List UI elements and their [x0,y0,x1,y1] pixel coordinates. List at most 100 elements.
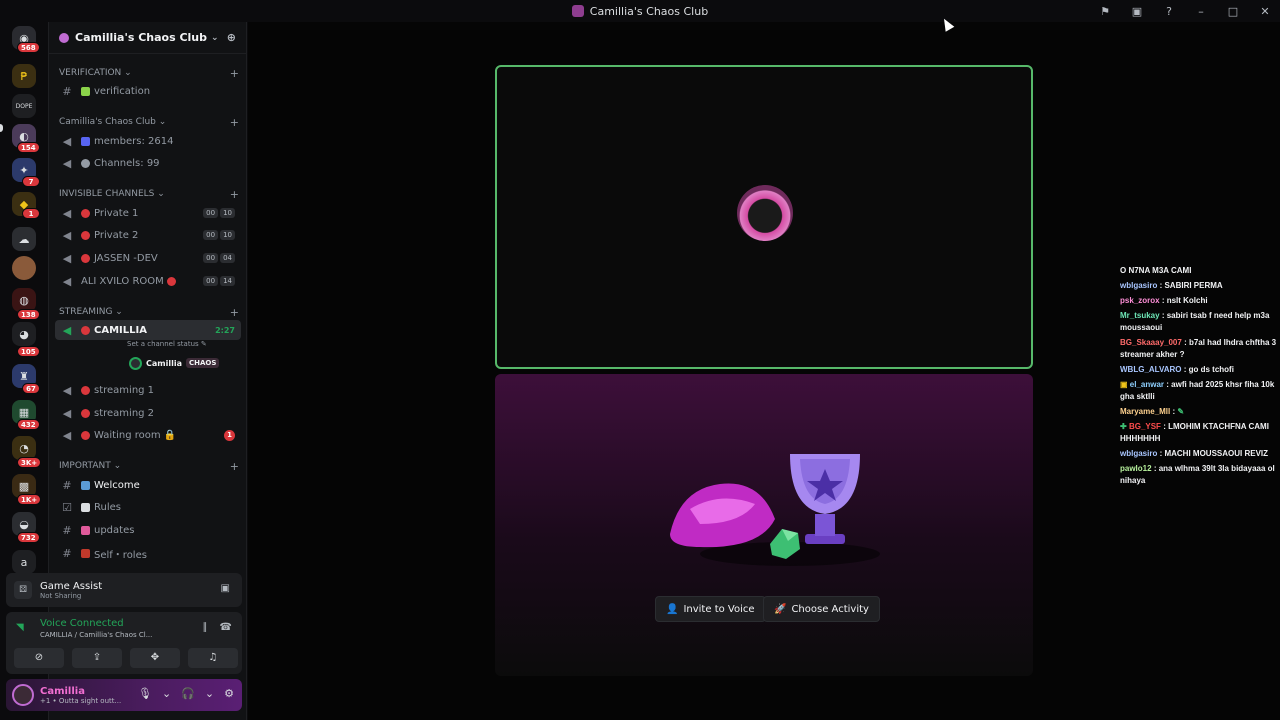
channel-members[interactable]: ◀ members: 2614 [55,131,241,151]
speaker-locked-icon: ◀ [62,428,72,442]
user-limit: 10 [220,230,235,240]
channel-rules[interactable]: ☑ Rules [55,497,241,517]
no-entry-icon [81,230,90,240]
activity-tile: 👤 Invite to Voice 🚀 Choose Activity [495,374,1033,676]
noise-suppression-icon[interactable]: ∥ [203,622,208,633]
text-channel-icon: # [62,478,72,492]
user-controls: 🎙 ⌄ 🎧 ⌄ ⚙ [138,687,234,700]
red-circle-icon [81,430,90,440]
red-circle-icon [81,385,90,395]
server-icon-6[interactable]: ☁ [12,227,36,251]
microphone-icon[interactable]: 🎙 [138,687,152,700]
avatar[interactable] [12,684,34,706]
server-badge-105: 105 [17,346,40,357]
add-channel-icon[interactable]: + [230,188,239,201]
set-channel-status[interactable]: Set a channel status ✎ [127,340,207,348]
speaker-locked-icon: ◀ [62,251,72,265]
chevron-down-icon[interactable]: ⌄ [205,687,214,700]
game-assist-subtitle: Not Sharing [40,591,82,600]
activities-button[interactable]: ✥ [130,648,180,668]
updates-icon[interactable]: ▣ [1128,5,1146,18]
channel-label: Private 1 [94,207,139,219]
minimize-icon[interactable]: – [1192,5,1210,18]
channel-waiting-room[interactable]: ◀ Waiting room 🔒 1 [55,425,241,445]
channel-camillia[interactable]: ◀ CAMILLIA 2:27 [55,320,241,340]
channel-private-2[interactable]: ◀ Private 2 00 10 [55,225,241,245]
category-label: Camillia's Chaos Club [59,117,156,127]
add-channel-icon[interactable]: + [230,460,239,473]
game-assist-panel[interactable]: ⚄ Game Assist Not Sharing ▣ [6,573,242,607]
chat-username: wblgasiro [1120,449,1158,458]
server-header[interactable]: Camillia's Chaos Club ⌄ ⊕ [49,22,246,54]
maximize-icon[interactable]: □ [1224,5,1242,18]
channel-streaming-1[interactable]: ◀ streaming 1 [55,380,241,400]
category-invisible[interactable]: INVISIBLE CHANNELS ⌄ + [59,188,239,201]
title-bar: Camillia's Chaos Club ⚑ ▣ ? – □ ✕ [0,0,1280,22]
add-channel-icon[interactable]: + [230,67,239,80]
server-badge-1k: 1K+ [17,494,42,505]
share-screen-icon[interactable]: ▣ [221,583,230,594]
category-label: INVISIBLE CHANNELS [59,189,155,199]
choose-activity-button[interactable]: 🚀 Choose Activity [763,596,880,622]
headphones-icon[interactable]: 🎧 [181,687,195,700]
channel-ali[interactable]: ◀ ALI XVILO ROOM 00 14 [55,271,241,291]
button-label: Choose Activity [791,603,869,615]
add-channel-icon[interactable]: + [230,306,239,319]
category-verification[interactable]: VERIFICATION ⌄ + [59,67,239,80]
close-icon[interactable]: ✕ [1256,5,1274,18]
channel-label: streaming 1 [94,384,155,396]
channel-label: Welcome [94,479,140,491]
help-icon[interactable]: ? [1160,5,1178,18]
channel-self-roles[interactable]: # Self・roles [55,543,241,563]
signal-icon[interactable]: ◥ [16,622,24,633]
unread-pill [0,124,3,132]
inbox-flag-icon[interactable]: ⚑ [1096,5,1114,18]
category-important[interactable]: IMPORTANT ⌄ + [59,460,239,473]
share-screen-button[interactable]: ⇪ [72,648,122,668]
invite-people-icon[interactable]: ⊕ [227,31,236,44]
chat-message: psk_zorox : nslt Kolchi [1120,295,1280,307]
channel-welcome[interactable]: # Welcome [55,475,241,495]
server-icon-1[interactable]: ₱ [12,64,36,88]
server-icon-9[interactable]: ◕ [12,322,36,346]
channel-private-1[interactable]: ◀ Private 1 00 10 [55,203,241,223]
participant-tile[interactable] [495,65,1033,369]
add-channel-icon[interactable]: + [230,116,239,129]
chevron-down-icon[interactable]: ⌄ [162,687,171,700]
stream-chat-overlay: O N7NA M3A CAMI wblgasiro : SABIRI PERMA… [1120,265,1280,490]
badge-icon: ▣ [1120,380,1128,389]
server-icon-a[interactable]: a [12,550,36,574]
chat-message: ✚ BG_YSF : LMOHIM KTACHFNA CAMI HHHHHHH [1120,421,1280,445]
category-club[interactable]: Camillia's Chaos Club ⌄ + [59,116,239,129]
title-bar-controls: ⚑ ▣ ? – □ ✕ [1096,0,1274,22]
invite-to-voice-button[interactable]: 👤 Invite to Voice [655,596,766,622]
server-badge-7: 7 [22,176,40,187]
no-entry-icon [166,276,176,286]
server-badge-732: 732 [17,532,40,543]
category-streaming[interactable]: STREAMING ⌄ + [59,306,239,319]
soundboard-button[interactable]: ♫ [188,648,238,668]
no-entry-icon [81,325,90,335]
user-info[interactable]: Camillia +1 • Outta sight outt... [40,686,121,705]
channel-label: Channels: 99 [94,157,160,169]
disconnect-icon[interactable]: ☎ [220,622,232,633]
window-title: Camillia's Chaos Club [589,4,709,18]
window-title-group: Camillia's Chaos Club [571,4,709,18]
channel-label: CAMILLIA [94,324,147,336]
server-icon-2[interactable]: DOPE [12,94,36,118]
people-emoji-icon [81,136,90,146]
server-badge-138: 138 [17,309,40,320]
voice-controls: ∥ ☎ [203,622,232,633]
channel-verification[interactable]: # verification [55,81,241,101]
channel-updates[interactable]: # updates [55,520,241,540]
server-icon-7[interactable] [12,256,36,280]
voice-participant[interactable]: Camillia CHAOS [129,355,220,371]
gear-icon[interactable]: ⚙ [224,687,234,700]
user-limit: 14 [220,276,235,286]
camera-off-button[interactable]: ⊘ [14,648,64,668]
channel-streaming-2[interactable]: ◀ streaming 2 [55,403,241,423]
channel-jassen[interactable]: ◀ JASSEN -DEV 00 04 [55,248,241,268]
channel-count[interactable]: ◀ Channels: 99 [55,153,241,173]
channel-label: verification [94,85,151,97]
server-name: Camillia's Chaos Club [75,31,208,44]
